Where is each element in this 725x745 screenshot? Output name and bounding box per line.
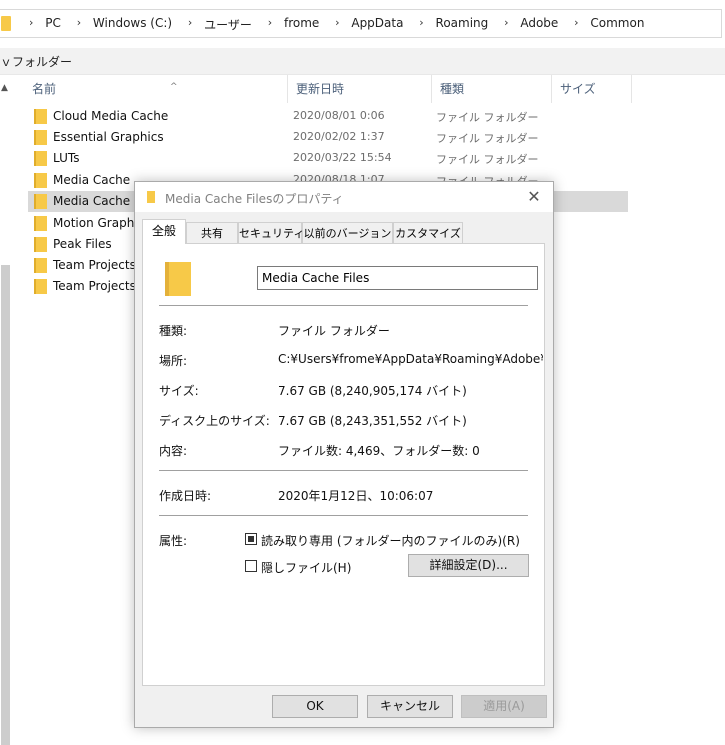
size-value: 7.67 GB (8,240,905,174 バイト) [278,384,467,398]
chevron-right-icon[interactable]: › [419,16,423,29]
chevron-right-icon[interactable]: › [504,16,508,29]
folder-icon [34,237,47,252]
folder-icon [34,258,47,273]
column-header-date[interactable]: 更新日時 [288,75,432,103]
file-date: 2020/08/01 0:06 [293,109,385,122]
tab-sharing[interactable]: 共有 [186,222,238,243]
type-value: ファイル フォルダー [278,324,390,338]
folder-icon [34,130,47,145]
divider [159,470,528,471]
tab-previous-versions[interactable]: 以前のバージョン [302,222,393,243]
attributes-label: 属性: [159,534,188,548]
created-value: 2020年1月12日、10:06:07 [278,489,434,503]
dialog-title: Media Cache Filesのプロパティ [165,192,344,206]
file-name: Media Cache [53,173,131,187]
chevron-right-icon[interactable]: › [77,16,81,29]
ok-button[interactable]: OK [272,695,358,718]
hidden-label[interactable]: 隠しファイル(H) [261,559,351,576]
tab-general[interactable]: 全般 [142,219,186,244]
file-date: 2020/03/22 15:54 [293,151,392,164]
breadcrumb: › PC › Windows (C:) › ユーザー › frome › App… [17,16,644,33]
breadcrumb-adobe[interactable]: Adobe [520,16,558,30]
column-header-name[interactable]: 名前 ^ [24,75,288,103]
scroll-up-icon[interactable]: ▲ [1,83,8,93]
list-item[interactable]: LUTs 2020/03/22 15:54 ファイル フォルダー [28,148,628,169]
column-header-type[interactable]: 種類 [432,75,552,103]
breadcrumb-frome[interactable]: frome [284,16,319,30]
chevron-right-icon[interactable]: › [335,16,339,29]
chevron-right-icon[interactable]: › [29,16,33,29]
divider [159,305,528,306]
file-name: Peak Files [53,237,112,251]
advanced-button[interactable]: 詳細設定(D)... [408,554,529,577]
file-type: ファイル フォルダー [436,111,539,124]
folder-icon [165,262,191,296]
nav-pane-header: ｖフォルダー [0,48,725,75]
folder-icon [34,194,47,209]
scrollbar-thumb[interactable] [1,265,10,745]
file-type: ファイル フォルダー [436,153,539,166]
column-headers: 名前 ^ 更新日時 種類 サイズ [12,75,632,103]
breadcrumb-pc[interactable]: PC [45,16,61,30]
file-name: LUTs [53,151,80,165]
sort-ascending-icon: ^ [170,82,178,92]
created-label: 作成日時: [159,489,212,503]
list-item[interactable]: Cloud Media Cache 2020/08/01 0:06 ファイル フ… [28,106,628,127]
folder-icon [147,191,155,203]
folder-icon [34,151,47,166]
breadcrumb-users[interactable]: ユーザー [204,16,252,33]
readonly-checkbox[interactable] [245,533,257,545]
address-bar[interactable]: › PC › Windows (C:) › ユーザー › frome › App… [0,9,722,38]
file-type: ファイル フォルダー [436,132,539,145]
breadcrumb-roaming[interactable]: Roaming [436,16,489,30]
general-panel: 種類: ファイル フォルダー 場所: C:¥Users¥frome¥AppDat… [142,243,545,686]
readonly-label[interactable]: 読み取り専用 (フォルダー内のファイルのみ)(R) [261,532,520,549]
file-date: 2020/02/02 1:37 [293,130,385,143]
hidden-checkbox[interactable] [245,560,257,572]
size-label: サイズ: [159,384,199,398]
chevron-right-icon[interactable]: › [574,16,578,29]
chevron-right-icon[interactable]: › [188,16,192,29]
properties-dialog: Media Cache Filesのプロパティ ✕ 全般 共有 セキュリティ 以… [134,181,554,728]
close-icon[interactable]: ✕ [521,184,547,210]
chevron-right-icon[interactable]: › [268,16,272,29]
folder-icon [34,216,47,231]
column-name-label: 名前 [32,82,57,96]
file-name: Cloud Media Cache [53,109,169,123]
cancel-button[interactable]: キャンセル [367,695,453,718]
apply-button[interactable]: 適用(A) [461,695,547,718]
tab-customize[interactable]: カスタマイズ [393,222,463,243]
tab-security[interactable]: セキュリティ [238,222,304,243]
folder-name-input[interactable] [257,266,538,290]
disk-size-value: 7.67 GB (8,243,351,552 バイト) [278,414,467,428]
column-header-size[interactable]: サイズ [552,75,632,103]
nav-pane-label[interactable]: ｖフォルダー [0,53,72,70]
location-value[interactable]: C:¥Users¥frome¥AppData¥Roaming¥Adobe¥Com… [278,352,543,366]
contents-label: 内容: [159,444,188,458]
folder-icon [34,173,47,188]
scrollbar[interactable]: ▲ [0,75,11,745]
list-item[interactable]: Essential Graphics 2020/02/02 1:37 ファイル … [28,127,628,148]
folder-icon [34,109,47,124]
dialog-titlebar[interactable]: Media Cache Filesのプロパティ ✕ [135,182,553,212]
contents-value: ファイル数: 4,469、フォルダー数: 0 [278,444,480,458]
type-label: 種類: [159,324,188,338]
folder-icon [34,279,47,294]
location-label: 場所: [159,354,188,368]
folder-icon [1,16,11,31]
file-name: Essential Graphics [53,130,164,144]
disk-size-label: ディスク上のサイズ: [159,414,270,428]
file-name: Team Projects L [53,279,147,293]
breadcrumb-windows-c[interactable]: Windows (C:) [93,16,172,30]
divider [159,515,528,516]
breadcrumb-common[interactable]: Common [590,16,644,30]
breadcrumb-appdata[interactable]: AppData [351,16,403,30]
